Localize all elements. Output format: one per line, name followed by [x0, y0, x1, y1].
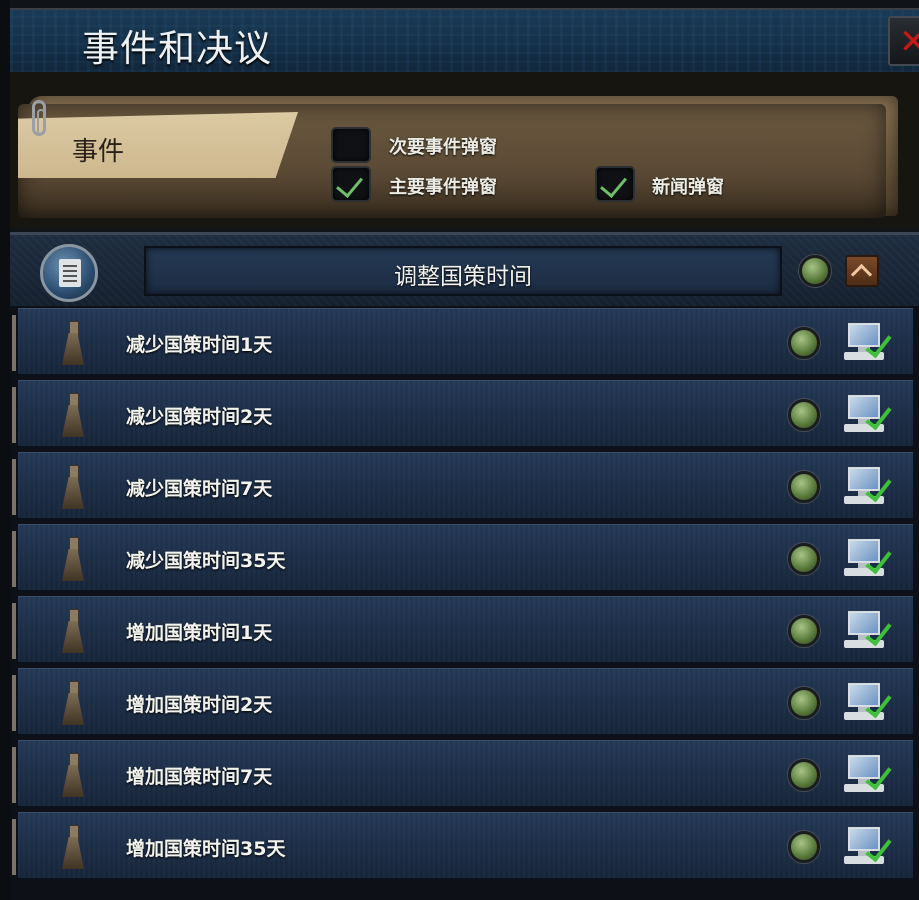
decision-label: 减少国策时间35天 [126, 550, 286, 572]
status-dot-icon [788, 687, 820, 719]
flask-icon [62, 825, 84, 869]
decision-row[interactable]: 增加国策时间35天 [12, 812, 913, 880]
events-tab-label: 事件 [72, 137, 125, 167]
flask-icon [62, 609, 84, 653]
flask-icon [62, 393, 84, 437]
status-dot-icon [788, 471, 820, 503]
decision-label: 增加国策时间2天 [126, 694, 273, 716]
minor-event-popup-checkbox[interactable] [331, 127, 371, 163]
checkmark-icon [336, 169, 363, 199]
row-edge [12, 675, 16, 731]
close-button[interactable]: ✕ [888, 16, 919, 66]
status-dot-icon [788, 615, 820, 647]
row-edge [12, 819, 16, 875]
decision-label: 增加国策时间1天 [126, 622, 273, 644]
ai-computer-check-icon[interactable] [844, 681, 892, 727]
minor-event-popup-label: 次要事件弹窗 [389, 137, 497, 158]
row-edge [12, 747, 16, 803]
paperclip-icon [32, 100, 46, 136]
flask-icon [62, 465, 84, 509]
ai-computer-check-icon[interactable] [844, 825, 892, 871]
status-dot-icon [788, 327, 820, 359]
status-dot-icon [799, 255, 831, 287]
decision-row[interactable]: 减少国策时间2天 [12, 380, 913, 448]
close-icon: ✕ [899, 22, 919, 62]
decision-row[interactable]: 增加国策时间2天 [12, 668, 913, 736]
status-dot-icon [788, 759, 820, 791]
title-bar: 事件和决议 [10, 8, 919, 74]
decision-row[interactable]: 增加国策时间7天 [12, 740, 913, 808]
flask-icon [62, 537, 84, 581]
decision-row[interactable]: 减少国策时间35天 [12, 524, 913, 592]
checkmark-icon [600, 169, 627, 199]
decision-row[interactable]: 增加国策时间1天 [12, 596, 913, 664]
ai-computer-check-icon[interactable] [844, 321, 892, 367]
status-dot-icon [788, 543, 820, 575]
decision-list: 减少国策时间1天 减少国策时间2天 减少国策时间7天 减少国策时间35天 增加国… [10, 306, 919, 900]
flask-icon [62, 753, 84, 797]
ai-computer-check-icon[interactable] [844, 753, 892, 799]
news-popup-label: 新闻弹窗 [652, 177, 724, 198]
major-event-popup-label: 主要事件弹窗 [389, 177, 497, 198]
major-event-popup-checkbox[interactable] [331, 166, 371, 202]
events-tab [18, 112, 298, 178]
decision-label: 减少国策时间1天 [126, 334, 273, 356]
row-edge [12, 531, 16, 587]
decision-row[interactable]: 减少国策时间1天 [12, 308, 913, 376]
ai-computer-check-icon[interactable] [844, 537, 892, 583]
decision-label: 减少国策时间2天 [126, 406, 273, 428]
ai-computer-check-icon[interactable] [844, 465, 892, 511]
category-title-box[interactable]: 调整国策时间 [144, 246, 782, 296]
flask-icon [62, 681, 84, 725]
status-dot-icon [788, 399, 820, 431]
decision-label: 减少国策时间7天 [126, 478, 273, 500]
decision-label: 增加国策时间35天 [126, 838, 286, 860]
news-popup-checkbox[interactable] [595, 166, 635, 202]
decision-row[interactable]: 减少国策时间7天 [12, 452, 913, 520]
row-edge [12, 315, 16, 371]
row-edge [12, 459, 16, 515]
row-edge [12, 387, 16, 443]
category-title: 调整国策时间 [394, 264, 532, 290]
row-edge [12, 603, 16, 659]
chevron-up-icon [850, 263, 873, 286]
notepad-icon [40, 244, 98, 302]
decision-label: 增加国策时间7天 [126, 766, 273, 788]
ai-computer-check-icon[interactable] [844, 609, 892, 655]
collapse-button[interactable] [845, 255, 879, 287]
ai-computer-check-icon[interactable] [844, 393, 892, 439]
flask-icon [62, 321, 84, 365]
window-title: 事件和决议 [82, 27, 272, 70]
status-dot-icon [788, 831, 820, 863]
